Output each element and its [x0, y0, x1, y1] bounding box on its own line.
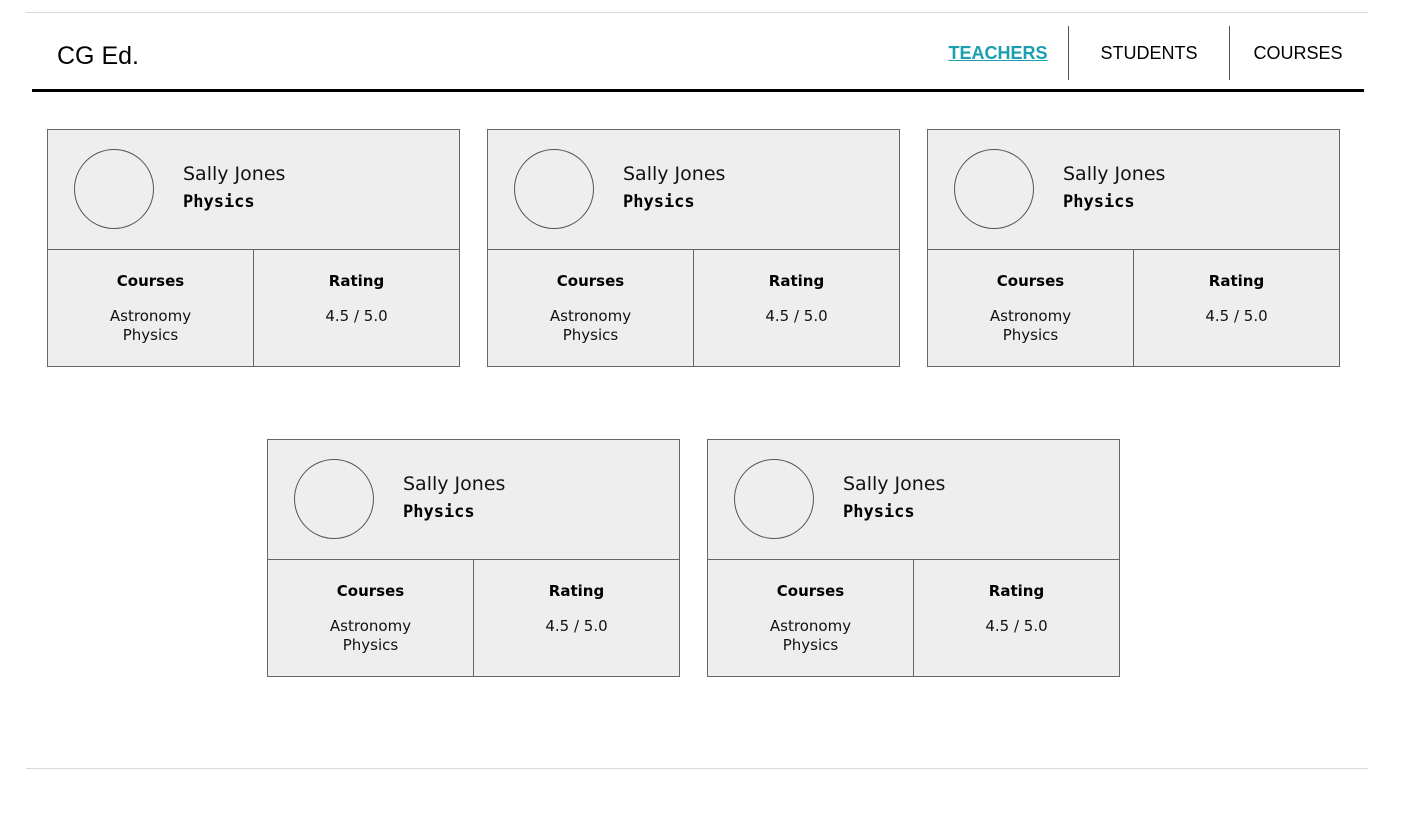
courses-cell: Courses Astronomy Physics	[928, 250, 1134, 367]
course-item: Physics	[562, 326, 619, 344]
teacher-subject: Physics	[403, 502, 475, 522]
rating-cell: Rating 4.5 / 5.0	[1134, 250, 1339, 367]
courses-label: Courses	[776, 582, 845, 600]
avatar	[734, 459, 814, 539]
teacher-subject: Physics	[623, 192, 695, 212]
card-details: Courses Astronomy Physics Rating 4.5 / 5…	[48, 250, 459, 367]
avatar	[74, 149, 154, 229]
avatar	[294, 459, 374, 539]
rating-label: Rating	[1208, 272, 1265, 290]
card-details: Courses Astronomy Physics Rating 4.5 / 5…	[268, 560, 679, 677]
card-header: Sally Jones Physics	[708, 440, 1119, 560]
rating-value: 4.5 / 5.0	[765, 307, 828, 325]
rating-cell: Rating 4.5 / 5.0	[914, 560, 1119, 677]
rating-value: 4.5 / 5.0	[545, 617, 608, 635]
card-details: Courses Astronomy Physics Rating 4.5 / 5…	[928, 250, 1339, 367]
teacher-name: Sally Jones	[1063, 163, 1166, 185]
card-header: Sally Jones Physics	[268, 440, 679, 560]
teacher-card[interactable]: Sally Jones Physics Courses Astronomy Ph…	[47, 129, 460, 367]
course-item: Astronomy	[989, 307, 1072, 325]
teacher-card[interactable]: Sally Jones Physics Courses Astronomy Ph…	[707, 439, 1120, 677]
courses-label: Courses	[996, 272, 1065, 290]
rating-cell: Rating 4.5 / 5.0	[694, 250, 899, 367]
avatar	[954, 149, 1034, 229]
courses-label: Courses	[556, 272, 625, 290]
teacher-card[interactable]: Sally Jones Physics Courses Astronomy Ph…	[487, 129, 900, 367]
teacher-subject: Physics	[1063, 192, 1135, 212]
courses-cell: Courses Astronomy Physics	[708, 560, 914, 677]
brand-logo[interactable]: CG Ed.	[57, 42, 139, 71]
page: CG Ed. TEACHERS STUDENTS COURSES Sally J…	[0, 0, 1414, 822]
nav-courses[interactable]: COURSES	[1232, 26, 1364, 80]
top-divider	[26, 12, 1368, 13]
course-item: Physics	[122, 326, 179, 344]
teacher-name: Sally Jones	[623, 163, 726, 185]
courses-cell: Courses Astronomy Physics	[488, 250, 694, 367]
rating-value: 4.5 / 5.0	[985, 617, 1048, 635]
course-item: Physics	[1002, 326, 1059, 344]
courses-cell: Courses Astronomy Physics	[268, 560, 474, 677]
main-nav: TEACHERS STUDENTS COURSES	[928, 26, 1364, 80]
teacher-card[interactable]: Sally Jones Physics Courses Astronomy Ph…	[267, 439, 680, 677]
rating-label: Rating	[548, 582, 605, 600]
courses-label: Courses	[336, 582, 405, 600]
courses-list: Astronomy Physics	[488, 307, 693, 345]
teacher-card[interactable]: Sally Jones Physics Courses Astronomy Ph…	[927, 129, 1340, 367]
rating-label: Rating	[328, 272, 385, 290]
teacher-subject: Physics	[183, 192, 255, 212]
teacher-name: Sally Jones	[403, 473, 506, 495]
avatar	[514, 149, 594, 229]
teacher-name: Sally Jones	[183, 163, 286, 185]
card-header: Sally Jones Physics	[488, 130, 899, 250]
rating-label: Rating	[988, 582, 1045, 600]
course-item: Astronomy	[329, 617, 412, 635]
course-item: Astronomy	[109, 307, 192, 325]
course-item: Physics	[782, 636, 839, 654]
rating-cell: Rating 4.5 / 5.0	[254, 250, 459, 367]
card-details: Courses Astronomy Physics Rating 4.5 / 5…	[708, 560, 1119, 677]
courses-list: Astronomy Physics	[708, 617, 913, 655]
courses-list: Astronomy Physics	[48, 307, 253, 345]
nav-students[interactable]: STUDENTS	[1069, 26, 1229, 80]
courses-list: Astronomy Physics	[268, 617, 473, 655]
rating-cell: Rating 4.5 / 5.0	[474, 560, 679, 677]
nav-separator	[1229, 26, 1230, 80]
course-item: Physics	[342, 636, 399, 654]
header: CG Ed. TEACHERS STUDENTS COURSES	[32, 26, 1364, 92]
teacher-name: Sally Jones	[843, 473, 946, 495]
nav-teachers[interactable]: TEACHERS	[928, 26, 1068, 80]
teacher-subject: Physics	[843, 502, 915, 522]
rating-value: 4.5 / 5.0	[1205, 307, 1268, 325]
card-header: Sally Jones Physics	[928, 130, 1339, 250]
rating-value: 4.5 / 5.0	[325, 307, 388, 325]
course-item: Astronomy	[769, 617, 852, 635]
rating-label: Rating	[768, 272, 825, 290]
courses-label: Courses	[116, 272, 185, 290]
bottom-divider	[26, 768, 1368, 769]
courses-list: Astronomy Physics	[928, 307, 1133, 345]
card-details: Courses Astronomy Physics Rating 4.5 / 5…	[488, 250, 899, 367]
courses-cell: Courses Astronomy Physics	[48, 250, 254, 367]
card-header: Sally Jones Physics	[48, 130, 459, 250]
course-item: Astronomy	[549, 307, 632, 325]
